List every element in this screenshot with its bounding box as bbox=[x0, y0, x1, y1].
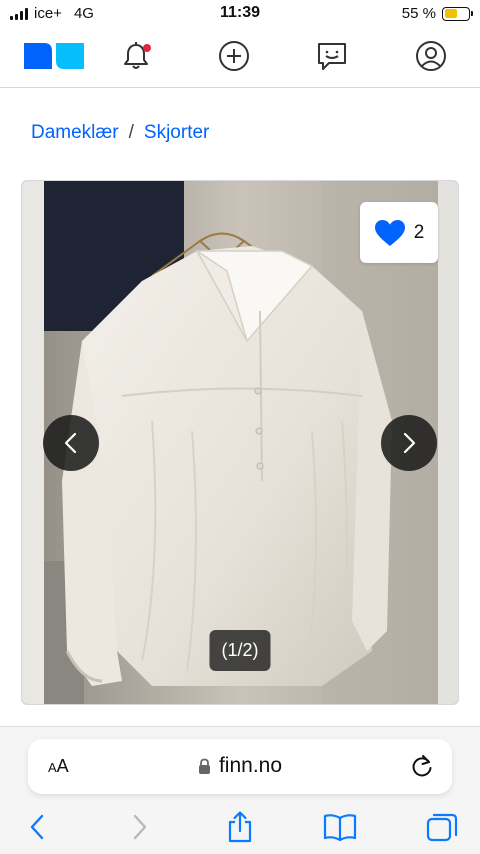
status-left: ice+ 4G bbox=[10, 5, 94, 22]
bookmarks-button[interactable] bbox=[322, 809, 358, 845]
breadcrumb-dameklaer[interactable]: Dameklær bbox=[31, 122, 119, 144]
bell-icon[interactable] bbox=[120, 40, 152, 72]
breadcrumb: Dameklær / Skjorter bbox=[31, 122, 209, 144]
breadcrumb-separator: / bbox=[128, 122, 134, 143]
battery-fill bbox=[444, 9, 458, 18]
status-right: 55 % bbox=[401, 5, 473, 22]
chat-icon[interactable] bbox=[316, 40, 348, 72]
battery-icon bbox=[442, 6, 473, 21]
notification-dot bbox=[143, 44, 151, 52]
url-display[interactable]: finn.no bbox=[28, 754, 452, 778]
image-counter: (1/2) bbox=[209, 630, 271, 671]
battery-label: 55 % bbox=[401, 5, 436, 22]
next-image-button[interactable] bbox=[381, 415, 437, 471]
favorite-count: 2 bbox=[413, 221, 425, 243]
address-bar[interactable]: AA finn.no bbox=[28, 739, 452, 794]
heart-icon bbox=[374, 219, 405, 246]
network-label: 4G bbox=[73, 5, 94, 22]
browser-toolbar bbox=[0, 809, 480, 845]
status-bar: ice+ 4G 11:39 55 % bbox=[0, 0, 480, 28]
lock-icon bbox=[198, 758, 210, 774]
finn-logo[interactable] bbox=[22, 41, 86, 71]
breadcrumb-skjorter[interactable]: Skjorter bbox=[144, 122, 209, 144]
back-chevron-icon bbox=[30, 814, 44, 840]
reload-button[interactable] bbox=[410, 753, 434, 784]
chevron-right-icon bbox=[403, 432, 416, 454]
plus-circle-icon[interactable] bbox=[218, 40, 250, 72]
reload-icon bbox=[412, 755, 432, 777]
share-icon bbox=[228, 811, 252, 843]
url-text: finn.no bbox=[218, 754, 283, 777]
chevron-left-icon bbox=[64, 432, 77, 454]
previous-image-button[interactable] bbox=[43, 415, 99, 471]
carrier-label: ice+ bbox=[34, 5, 62, 22]
image-gallery[interactable]: 2 (1/2) bbox=[21, 180, 459, 705]
forward-button[interactable] bbox=[122, 809, 158, 845]
book-icon bbox=[323, 814, 357, 841]
forward-chevron-icon bbox=[133, 814, 147, 840]
tabs-button[interactable] bbox=[424, 809, 460, 845]
favorite-button[interactable]: 2 bbox=[360, 202, 438, 263]
back-button[interactable] bbox=[19, 809, 55, 845]
tabs-icon bbox=[426, 813, 458, 842]
signal-icon bbox=[10, 7, 28, 20]
share-button[interactable] bbox=[222, 809, 258, 845]
app-header bbox=[0, 28, 480, 88]
browser-bottom-bar: AA finn.no bbox=[0, 726, 480, 854]
profile-icon[interactable] bbox=[415, 40, 447, 72]
